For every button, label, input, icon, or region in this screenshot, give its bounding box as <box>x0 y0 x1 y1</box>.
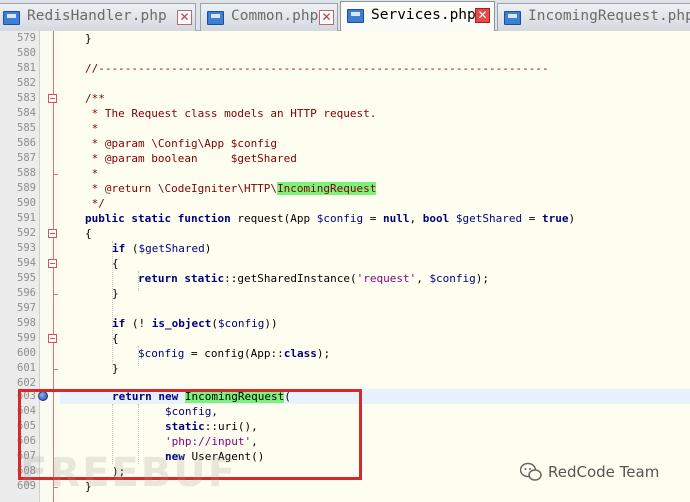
code-line-579: } <box>85 32 92 45</box>
search-highlight: IncomingRequest <box>277 182 377 195</box>
code-line-585: * <box>85 122 99 135</box>
code-line-587: * @param boolean $getShared <box>85 152 297 165</box>
line-number: 599 <box>17 332 36 344</box>
line-number: 584 <box>17 107 36 119</box>
line-number: 579 <box>17 32 36 44</box>
code-line-583: /** <box>85 92 105 105</box>
close-tab-icon[interactable]: ✕ <box>177 10 192 25</box>
fold-end-marker <box>53 294 58 295</box>
tab-label: IncomingRequest.php <box>528 8 690 24</box>
fold-toggle-icon[interactable] <box>48 229 57 238</box>
line-number: 592 <box>17 227 36 239</box>
tab-services[interactable]: Services.php ✕ <box>340 1 495 31</box>
watermark: FREEBUF <box>20 450 238 496</box>
php-file-icon <box>3 11 20 25</box>
tab-redishandler[interactable]: RedisHandler.php ✕ <box>0 3 196 31</box>
code-line-594: { <box>112 257 119 270</box>
code-line-581: //--------------------------------------… <box>85 62 549 75</box>
code-line-584: * The Request class models an HTTP reque… <box>85 107 377 120</box>
line-number: 596 <box>17 287 36 299</box>
code-line-589: * @return \CodeIgniter\HTTP\IncomingRequ… <box>85 182 377 195</box>
tab-label: Services.php <box>371 7 476 23</box>
code-line-596: } <box>112 287 119 300</box>
line-number: 601 <box>17 362 36 374</box>
line-number: 600 <box>17 347 36 359</box>
brand-text: RedCode Team <box>548 463 660 481</box>
fold-toggle-icon[interactable] <box>48 334 57 343</box>
line-number: 589 <box>17 182 36 194</box>
fold-end-marker <box>53 174 58 175</box>
line-number: 591 <box>17 212 36 224</box>
line-number: 582 <box>17 77 36 89</box>
line-number: 594 <box>17 257 36 269</box>
code-line-591: public static function request(App $conf… <box>85 212 576 225</box>
tab-label: Common.php <box>231 8 319 24</box>
line-number: 597 <box>17 302 36 314</box>
wechat-icon <box>520 462 542 481</box>
line-number: 590 <box>17 197 36 209</box>
close-tab-icon[interactable]: ✕ <box>475 8 490 23</box>
line-number: 587 <box>17 152 36 164</box>
php-file-icon <box>347 9 364 23</box>
tab-incomingrequest[interactable]: IncomingRequest.php <box>497 3 690 31</box>
php-file-icon <box>207 11 224 25</box>
code-line-600: $config = config(App::class); <box>138 347 331 360</box>
editor-tab-bar: RedisHandler.php ✕ Common.php ✕ Services… <box>0 0 690 31</box>
code-line-593: if ($getShared) <box>112 242 212 255</box>
code-line-595: return static::getSharedInstance('reques… <box>138 272 490 285</box>
brand-watermark: RedCode Team <box>520 462 659 482</box>
code-line-588: * <box>85 167 99 180</box>
fold-toggle-icon[interactable] <box>48 94 57 103</box>
tab-label: RedisHandler.php <box>27 8 167 24</box>
line-number: 580 <box>17 47 36 59</box>
close-tab-icon[interactable]: ✕ <box>319 10 334 25</box>
line-number: 585 <box>17 122 36 134</box>
code-line-598: if (! is_object($config)) <box>112 317 278 330</box>
code-line-590: */ <box>85 197 105 210</box>
code-line-592: { <box>85 227 92 240</box>
fold-toggle-icon[interactable] <box>48 259 57 268</box>
php-file-icon <box>504 11 521 25</box>
code-line-601: } <box>112 362 119 375</box>
line-number: 586 <box>17 137 36 149</box>
line-number: 588 <box>17 167 36 179</box>
line-number: 583 <box>17 92 36 104</box>
code-line-586: * @param \Config\App $config <box>85 137 278 150</box>
code-line-599: { <box>112 332 119 345</box>
fold-end-marker <box>53 369 58 370</box>
tab-common[interactable]: Common.php ✕ <box>200 3 338 31</box>
line-number: 595 <box>17 272 36 284</box>
line-number: 593 <box>17 242 36 254</box>
line-number: 581 <box>17 62 36 74</box>
line-number: 598 <box>17 317 36 329</box>
